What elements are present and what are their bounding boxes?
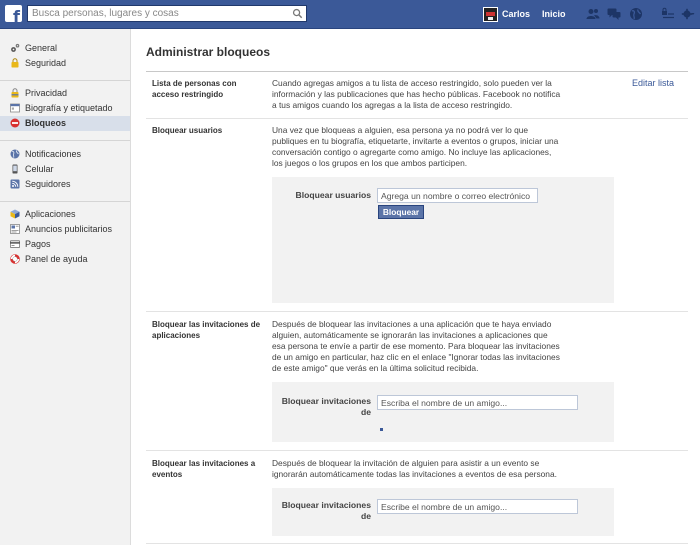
block-event-invites-title: Bloquear las invitaciones a eventos	[152, 459, 256, 479]
rss-icon	[10, 179, 20, 189]
top-bar: f Carlos Inicio	[0, 0, 700, 29]
restricted-list-description: Cuando agregas amigos a tu lista de acce…	[272, 78, 561, 111]
sidebar-item-label: Seguidores	[25, 179, 71, 189]
lifebuoy-icon	[10, 254, 20, 264]
block-users-label: Bloquear usuarios	[295, 190, 371, 200]
friend-requests-icon[interactable]	[586, 7, 600, 21]
privacy-shortcuts-icon[interactable]	[661, 7, 675, 21]
sidebar-item-help[interactable]: Panel de ayuda	[0, 252, 130, 267]
sidebar-item-label: Seguridad	[25, 58, 67, 68]
sidebar-item-general[interactable]: General	[0, 41, 130, 56]
privacy-lock-icon	[11, 88, 19, 98]
edit-list-link[interactable]: Editar lista	[632, 78, 674, 88]
profile-link[interactable]: Carlos	[483, 6, 530, 22]
sidebar-item-label: Aplicaciones	[25, 209, 76, 219]
sidebar-group-notifications: Notificaciones Celular Seguidores	[0, 147, 130, 192]
timeline-icon	[10, 103, 20, 113]
section-divider	[146, 450, 688, 451]
search-box	[27, 5, 307, 22]
user-name: Carlos	[502, 9, 531, 19]
globe-icon	[10, 149, 20, 159]
section-divider	[146, 311, 688, 312]
messages-icon[interactable]	[607, 7, 621, 21]
sidebar-item-privacy[interactable]: Privacidad	[0, 86, 130, 101]
sidebar-item-ads[interactable]: Anuncios publicitarios	[0, 222, 130, 237]
cube-icon	[10, 209, 20, 219]
facebook-logo[interactable]: f	[5, 5, 22, 22]
sidebar-item-label: Bloqueos	[25, 118, 67, 128]
sidebar-item-label: Biografía y etiquetado	[25, 103, 113, 113]
title-divider	[146, 71, 688, 72]
settings-sidebar: General Seguridad Privacidad Biografía y…	[0, 29, 131, 545]
block-users-description: Una vez que bloqueas a alguien, esa pers…	[272, 125, 559, 169]
sidebar-item-label: Celular	[25, 164, 54, 174]
block-button[interactable]: Bloquear	[378, 205, 424, 219]
notifications-globe-icon[interactable]	[629, 7, 643, 21]
block-app-invites-input[interactable]	[377, 395, 578, 410]
sidebar-item-followers[interactable]: Seguidores	[0, 177, 130, 192]
sidebar-item-label: Anuncios publicitarios	[25, 224, 113, 234]
sidebar-item-security[interactable]: Seguridad	[0, 56, 130, 71]
block-event-invites-label: Bloquear invitaciones de	[281, 500, 371, 521]
sidebar-divider	[0, 80, 130, 81]
section-divider	[146, 118, 688, 119]
sidebar-item-payments[interactable]: Pagos	[0, 237, 130, 252]
block-icon	[10, 118, 20, 128]
sidebar-item-timeline-tagging[interactable]: Biografía y etiquetado	[0, 101, 130, 116]
sidebar-group-account: General Seguridad	[0, 41, 130, 71]
restricted-list-title: Lista de personas con acceso restringido	[152, 79, 237, 99]
sidebar-divider	[0, 140, 130, 141]
mobile-icon	[12, 164, 18, 174]
search-input[interactable]	[28, 6, 294, 21]
block-users-input[interactable]	[377, 188, 538, 203]
gear-icon	[11, 43, 20, 52]
block-event-invites-input[interactable]	[377, 499, 578, 514]
sidebar-item-apps[interactable]: Aplicaciones	[0, 207, 130, 222]
block-users-title: Bloquear usuarios	[152, 126, 223, 135]
sidebar-item-notifications[interactable]: Notificaciones	[0, 147, 130, 162]
sidebar-item-label: General	[25, 43, 58, 53]
loading-indicator	[380, 428, 383, 431]
sidebar-item-label: Privacidad	[25, 88, 68, 98]
search-icon[interactable]	[292, 8, 303, 19]
card-icon	[10, 240, 20, 248]
sidebar-item-blocking[interactable]: Bloqueos	[0, 116, 130, 131]
ads-icon	[10, 224, 20, 234]
sidebar-item-label: Panel de ayuda	[25, 254, 88, 264]
lock-icon	[11, 58, 19, 68]
sidebar-divider	[0, 201, 130, 202]
block-app-invites-description: Después de bloquear las invitaciones a u…	[272, 319, 560, 374]
sidebar-item-label: Notificaciones	[25, 149, 82, 159]
section-divider	[146, 543, 688, 544]
block-app-invites-title: Bloquear las invitaciones de aplicacione…	[152, 320, 261, 340]
home-link[interactable]: Inicio	[542, 9, 566, 19]
sidebar-group-privacy: Privacidad Biografía y etiquetado Bloque…	[0, 86, 130, 131]
block-app-invites-label: Bloquear invitaciones de	[281, 396, 371, 417]
sidebar-group-apps: Aplicaciones Anuncios publicitarios Pago…	[0, 207, 130, 267]
avatar	[483, 6, 498, 22]
sidebar-item-mobile[interactable]: Celular	[0, 162, 130, 177]
page-title: Administrar bloqueos	[146, 45, 271, 59]
sidebar-item-label: Pagos	[25, 239, 51, 249]
block-event-invites-description: Después de bloquear la invitación de alg…	[272, 458, 557, 480]
settings-gear-icon[interactable]	[681, 7, 695, 21]
